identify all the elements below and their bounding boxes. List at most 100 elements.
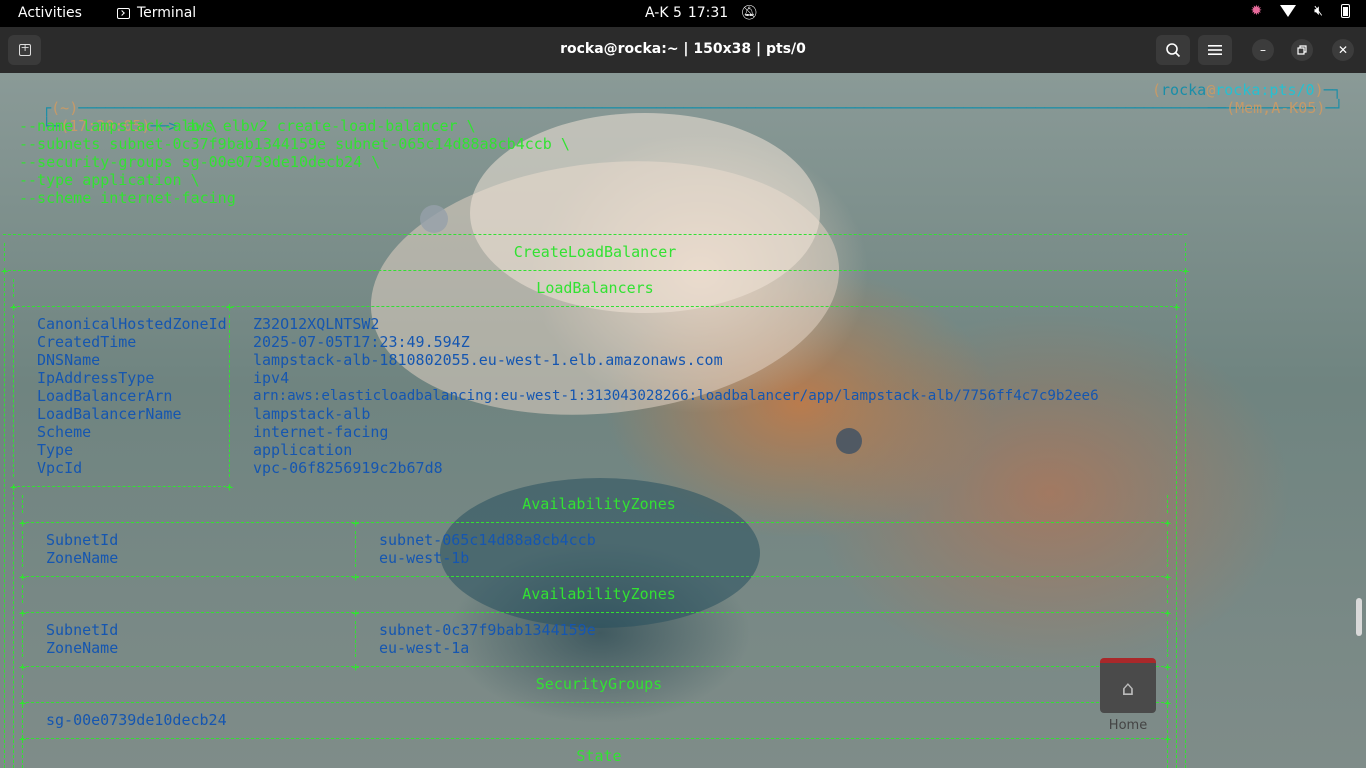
table-border xyxy=(355,621,356,657)
table-border xyxy=(1176,315,1177,640)
app-name: Terminal xyxy=(137,5,197,21)
az-key: ZoneName xyxy=(46,549,119,567)
lb-value: vpc-06f8256919c2b67d8 xyxy=(253,459,443,477)
time: 17:31 xyxy=(687,5,729,21)
activities-button[interactable]: Activities xyxy=(18,5,82,21)
table-border xyxy=(21,522,1169,523)
lb-value: 2025-07-05T17:23:49.594Z xyxy=(253,333,470,351)
table-border xyxy=(22,621,23,657)
table-border xyxy=(1185,278,1186,768)
command-arg: --scheme internet-facing xyxy=(19,189,236,207)
battery-icon[interactable] xyxy=(1341,4,1350,18)
az-value: subnet-065c14d88a8cb4ccb xyxy=(379,531,596,549)
az-value: eu-west-1a xyxy=(379,639,470,657)
lb-key: LoadBalancerName xyxy=(37,405,182,423)
section-title-state: State xyxy=(576,747,622,765)
app-menu[interactable]: Terminal xyxy=(117,5,196,21)
section-title-availability-zones: AvailabilityZones xyxy=(522,585,676,603)
prompt-cwd-line: ┌(~)────────────────────────────────────… xyxy=(42,99,1316,117)
output-title: CreateLoadBalancer xyxy=(513,243,677,261)
prompt-host-line: (rocka@rocka:pts/0)─┐ xyxy=(1152,81,1342,99)
table-border xyxy=(4,278,5,768)
terminal-viewport[interactable]: ┌(~)────────────────────────────────────… xyxy=(0,73,1366,768)
home-label: Home xyxy=(1108,718,1148,733)
search-icon xyxy=(1166,43,1181,58)
table-border xyxy=(21,576,1169,577)
lb-value: internet-facing xyxy=(253,423,389,441)
prompt-command-line: └─(17:20:05)──> aws elbv2 create-load-ba… xyxy=(42,117,476,135)
az-key: SubnetId xyxy=(46,621,119,639)
scrollbar-thumb[interactable] xyxy=(1356,598,1362,636)
prompt-host: rocka:pts/0 xyxy=(1215,81,1315,99)
table-border xyxy=(21,702,1169,703)
table-border xyxy=(1176,640,1177,768)
app-indicator-icon[interactable]: ✹ xyxy=(1250,3,1262,19)
table-border xyxy=(1167,531,1168,567)
table-border xyxy=(21,612,1169,613)
table-border xyxy=(13,487,14,768)
clock[interactable]: A-K 5 17:31 🔕︎ xyxy=(645,5,758,21)
prompt-mem: (Mem,A-K05) xyxy=(1226,99,1326,117)
command-text: aws elbv2 create-load-balancer \ xyxy=(186,117,476,135)
search-button[interactable] xyxy=(1156,35,1190,65)
top-bar: Activities Terminal A-K 5 17:31 🔕︎ ✹ 🔇︎ xyxy=(0,0,1366,27)
table-border xyxy=(229,315,230,477)
section-title-loadbalancers: LoadBalancers xyxy=(536,279,654,297)
prompt-at: @ xyxy=(1206,81,1216,99)
table-border xyxy=(355,531,356,567)
home-folder-icon[interactable]: ⌂ xyxy=(1100,658,1156,713)
lb-key: CanonicalHostedZoneId xyxy=(37,315,227,333)
lb-key: IpAddressType xyxy=(37,369,155,387)
notifications-muted-icon: 🔕︎ xyxy=(740,5,758,21)
lb-value: lampstack-alb xyxy=(253,405,371,423)
prompt-user: rocka xyxy=(1161,81,1207,99)
table-border xyxy=(21,666,1169,667)
az-key: SubnetId xyxy=(46,531,119,549)
system-tray[interactable]: ✹ 🔇︎ xyxy=(1250,3,1350,19)
lb-value: application xyxy=(253,441,353,459)
close-icon: ✕ xyxy=(1337,43,1349,57)
lb-key: LoadBalancerArn xyxy=(37,387,173,405)
command-arg: --name lampstack-alb \ xyxy=(19,117,218,135)
lb-key: DNSName xyxy=(37,351,101,369)
volume-muted-icon[interactable]: 🔇︎ xyxy=(1314,3,1323,19)
table-border xyxy=(12,306,1178,307)
az-value: subnet-0c37f9bab1344159e xyxy=(379,621,596,639)
wallpaper-shape xyxy=(836,428,862,454)
lb-value: Z32O12XQLNTSW2 xyxy=(253,315,380,333)
wifi-icon[interactable] xyxy=(1280,5,1297,17)
section-title-availability-zones: AvailabilityZones xyxy=(522,495,676,513)
table-border xyxy=(3,234,1187,235)
terminal-icon xyxy=(117,7,130,19)
terminal-header-bar: rocka@rocka:~ | 150x38 | pts/0 – ✕ xyxy=(0,27,1366,73)
lb-key: Type xyxy=(37,441,74,459)
table-border xyxy=(12,486,231,487)
keyboard-layout: A-K 5 xyxy=(645,5,682,21)
hamburger-icon xyxy=(1208,45,1222,55)
lb-value: lampstack-alb-1810802055.eu-west-1.elb.a… xyxy=(253,351,723,369)
prompt-mem-line: ──(Mem,A-K05)─┘ xyxy=(1208,99,1344,117)
table-border xyxy=(13,315,14,477)
lb-key: CreatedTime xyxy=(37,333,137,351)
maximize-button[interactable] xyxy=(1291,39,1313,61)
wallpaper-shape xyxy=(420,205,448,233)
az-value: eu-west-1b xyxy=(379,549,470,567)
minimize-button[interactable]: – xyxy=(1252,39,1274,61)
menu-button[interactable] xyxy=(1198,35,1232,65)
lb-value: arn:aws:elasticloadbalancing:eu-west-1:3… xyxy=(253,388,1099,404)
security-group-id: sg-00e0739de10decb24 xyxy=(46,711,227,729)
restore-icon xyxy=(1297,45,1307,55)
minimize-icon: – xyxy=(1260,43,1266,57)
table-border xyxy=(22,531,23,567)
lb-key: Scheme xyxy=(37,423,92,441)
command-arg: --subnets subnet-0c37f9bab1344159e subne… xyxy=(19,135,570,153)
lb-value: ipv4 xyxy=(253,369,290,387)
lb-key: VpcId xyxy=(37,459,83,477)
command-arg: --type application \ xyxy=(19,171,200,189)
table-border xyxy=(1167,621,1168,657)
section-title-security-groups: SecurityGroups xyxy=(535,675,663,693)
table-border xyxy=(21,738,1169,739)
command-arg: --security-groups sg-00e0739de10decb24 \ xyxy=(19,153,381,171)
table-border xyxy=(3,270,1187,271)
close-button[interactable]: ✕ xyxy=(1332,39,1354,61)
